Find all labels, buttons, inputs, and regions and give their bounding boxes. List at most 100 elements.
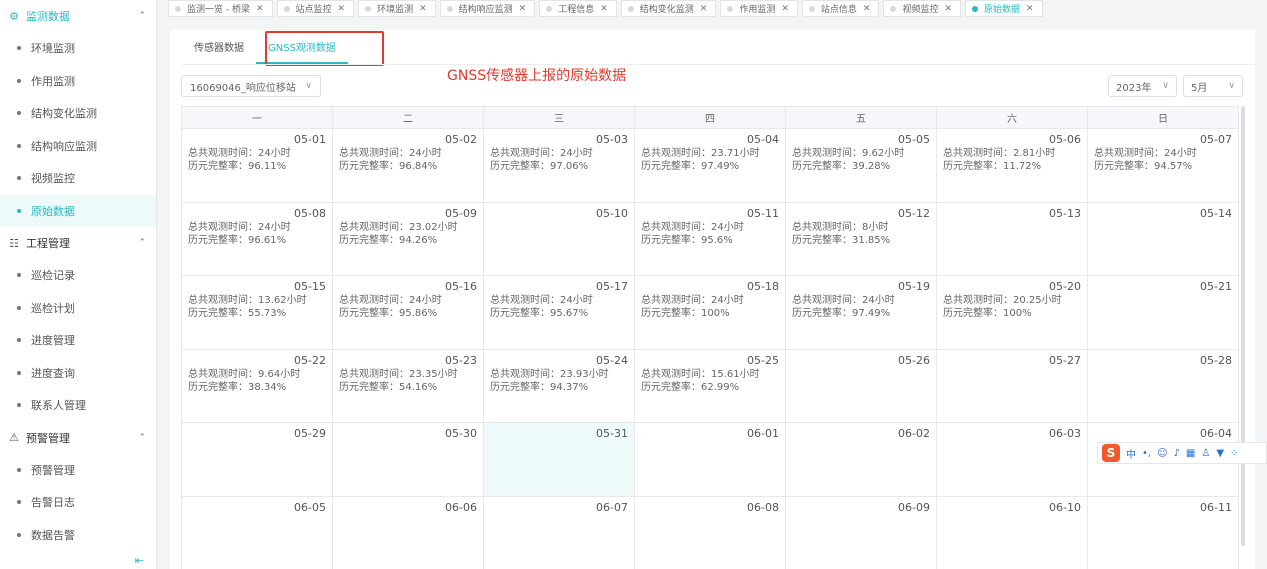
tab-label: 站点监控 [295,5,332,15]
calendar-day-cell[interactable]: 05-15 总共观测时间：13.62小时 历元完整率：55.73% [181,275,333,350]
calendar-day-cell[interactable]: 05-05 总共观测时间：9.62小时 历元完整率：39.28% [785,128,937,203]
calendar-day-cell[interactable]: 05-27 [936,348,1088,423]
sidebar-group-2[interactable]: ⚠ 预警管理 ⌃ [0,422,156,454]
subtab-sensor-data[interactable]: 传感器数据 [182,34,256,64]
emoji-icon[interactable]: ☺ [1157,448,1167,459]
sidebar-item[interactable]: 巡检记录 [0,259,156,292]
sidebar-item[interactable]: 预警管理 [0,454,156,487]
calendar-day-cell[interactable]: 06-06 [332,495,484,569]
calendar-day-cell[interactable]: 05-29 [181,422,333,497]
user-icon[interactable]: ♙ [1201,448,1210,459]
tab-label: 站点信息 [820,5,857,15]
calendar-day-cell[interactable]: 05-14 [1087,201,1239,276]
calendar-day-cell[interactable]: 06-03 [936,422,1088,497]
calendar-day-cell[interactable]: 06-09 [785,495,937,569]
calendar-day-cell[interactable]: 05-02 总共观测时间：24小时 历元完整率：96.84% [332,128,484,203]
close-icon[interactable]: ✕ [419,4,427,14]
calendar-day-cell[interactable]: 05-18 总共观测时间：24小时 历元完整率：100% [634,275,786,350]
sidebar-item[interactable]: 数据告警 [0,519,156,552]
collapse-sidebar-icon[interactable]: ⇤ [135,554,144,567]
sidebar-group-0[interactable]: ⚙ 监测数据 ⌃ [0,0,156,32]
calendar-day-cell[interactable]: 06-05 [181,495,333,569]
sidebar-item[interactable]: 进度管理 [0,324,156,357]
page-tab[interactable]: 监测一览 - 桥梁 ✕ [168,0,273,17]
sidebar-item[interactable]: 结构变化监测 [0,97,156,130]
close-icon[interactable]: ✕ [519,4,527,14]
page-tab[interactable]: 原始数据 ✕ [965,0,1043,17]
sidebar-item[interactable]: 作用监测 [0,65,156,98]
page-tab[interactable]: 站点监控 ✕ [276,0,355,17]
calendar-day-cell[interactable]: 05-07 总共观测时间：24小时 历元完整率：94.57% [1087,128,1239,203]
sidebar-item[interactable]: 视频监控 [0,162,156,195]
page-tab[interactable]: 环境监测 ✕ [358,0,436,17]
calendar-day-cell[interactable]: 05-30 [332,422,484,497]
close-icon[interactable]: ✕ [256,4,264,14]
microphone-icon[interactable]: ♪ [1174,448,1180,459]
ime-toolbar[interactable]: S 中 •, ☺ ♪ ▦ ♙ ▼ ⁘ [1097,442,1267,464]
sidebar-item[interactable]: 巡检计划 [0,292,156,325]
year-select[interactable]: 2023年 ∨ [1108,75,1177,97]
page-tab[interactable]: 视频监控 ✕ [883,0,962,17]
punctuation-icon[interactable]: •, [1142,448,1151,459]
close-icon[interactable]: ✕ [944,4,952,14]
calendar-day-cell[interactable]: 05-26 [785,348,937,423]
epoch-completeness: 历元完整率：55.73% [188,307,326,320]
calendar-scrollbar[interactable] [1241,106,1245,546]
calendar-day-cell[interactable]: 05-23 总共观测时间：23.35小时 历元完整率：54.16% [332,348,484,423]
close-icon[interactable]: ✕ [600,4,608,14]
close-icon[interactable]: ✕ [863,4,871,14]
sidebar-item[interactable]: 进度查询 [0,357,156,390]
month-select[interactable]: 5月 ∨ [1183,75,1243,97]
calendar-day-cell[interactable]: 05-19 总共观测时间：24小时 历元完整率：97.49% [785,275,937,350]
close-icon[interactable]: ✕ [338,4,346,14]
day-date: 05-03 [596,133,628,146]
sidebar-item[interactable]: 告警日志 [0,486,156,519]
observation-hours: 总共观测时间：24小时 [188,221,326,234]
page-tab[interactable]: 作用监测 ✕ [720,0,798,17]
page-tab[interactable]: 站点信息 ✕ [801,0,880,17]
calendar-day-cell[interactable]: 05-16 总共观测时间：24小时 历元完整率：95.86% [332,275,484,350]
calendar-day-cell[interactable]: 05-06 总共观测时间：2.81小时 历元完整率：11.72% [936,128,1088,203]
calendar-day-cell[interactable]: 06-01 [634,422,786,497]
observation-hours-label: 总共观测时间： [641,295,711,306]
calendar-day-cell[interactable]: 05-13 [936,201,1088,276]
observation-hours-value: 24小时 [862,295,895,306]
calendar-day-cell[interactable]: 05-25 总共观测时间：15.61小时 历元完整率：62.99% [634,348,786,423]
calendar-day-cell[interactable]: 06-11 [1087,495,1239,569]
sidebar-item[interactable]: 联系人管理 [0,389,156,422]
calendar-day-cell[interactable]: 05-01 总共观测时间：24小时 历元完整率：96.11% [181,128,333,203]
calendar-day-cell[interactable]: 05-03 总共观测时间：24小时 历元完整率：97.06% [483,128,635,203]
sidebar-group-1[interactable]: ☷ 工程管理 ⌃ [0,227,156,259]
calendar-day-cell[interactable]: 05-21 [1087,275,1239,350]
close-icon[interactable]: ✕ [781,4,789,14]
page-tab[interactable]: 结构变化监测 ✕ [620,0,717,17]
calendar-day-cell[interactable]: 05-12 总共观测时间：8小时 历元完整率：31.85% [785,201,937,276]
page-tab[interactable]: 结构响应监测 ✕ [439,0,536,17]
sidebar-item[interactable]: 原始数据 [0,194,156,227]
calendar-day-cell[interactable]: 05-24 总共观测时间：23.93小时 历元完整率：94.37% [483,348,635,423]
calendar-day-cell[interactable]: 05-04 总共观测时间：23.71小时 历元完整率：97.49% [634,128,786,203]
close-icon[interactable]: ✕ [700,4,708,14]
calendar-day-cell[interactable]: 05-08 总共观测时间：24小时 历元完整率：96.61% [181,201,333,276]
calendar-day-cell[interactable]: 06-10 [936,495,1088,569]
close-icon[interactable]: ✕ [1026,4,1034,14]
station-select[interactable]: 16069046_响应位移站 ∨ [181,75,321,97]
page-tab[interactable]: 工程信息 ✕ [539,0,617,17]
calendar-day-cell[interactable]: 05-28 [1087,348,1239,423]
skin-icon[interactable]: ▼ [1216,448,1224,459]
calendar-day-cell[interactable]: 05-31 [483,422,635,497]
calendar-day-cell[interactable]: 06-07 [483,495,635,569]
calendar-day-cell[interactable]: 05-11 总共观测时间：24小时 历元完整率：95.6% [634,201,786,276]
calendar-day-cell[interactable]: 06-02 [785,422,937,497]
calendar-day-cell[interactable]: 05-17 总共观测时间：24小时 历元完整率：95.67% [483,275,635,350]
sidebar-item[interactable]: 环境监测 [0,32,156,65]
calendar-day-cell[interactable]: 05-22 总共观测时间：9.64小时 历元完整率：38.34% [181,348,333,423]
menu-grid-icon[interactable]: ⁘ [1230,448,1238,459]
calendar-day-cell[interactable]: 06-08 [634,495,786,569]
ime-mode[interactable]: 中 [1126,446,1136,461]
sidebar-item[interactable]: 结构响应监测 [0,130,156,163]
keyboard-icon[interactable]: ▦ [1186,448,1195,459]
calendar-day-cell[interactable]: 05-09 总共观测时间：23.02小时 历元完整率：94.26% [332,201,484,276]
calendar-day-cell[interactable]: 05-10 [483,201,635,276]
calendar-day-cell[interactable]: 05-20 总共观测时间：20.25小时 历元完整率：100% [936,275,1088,350]
